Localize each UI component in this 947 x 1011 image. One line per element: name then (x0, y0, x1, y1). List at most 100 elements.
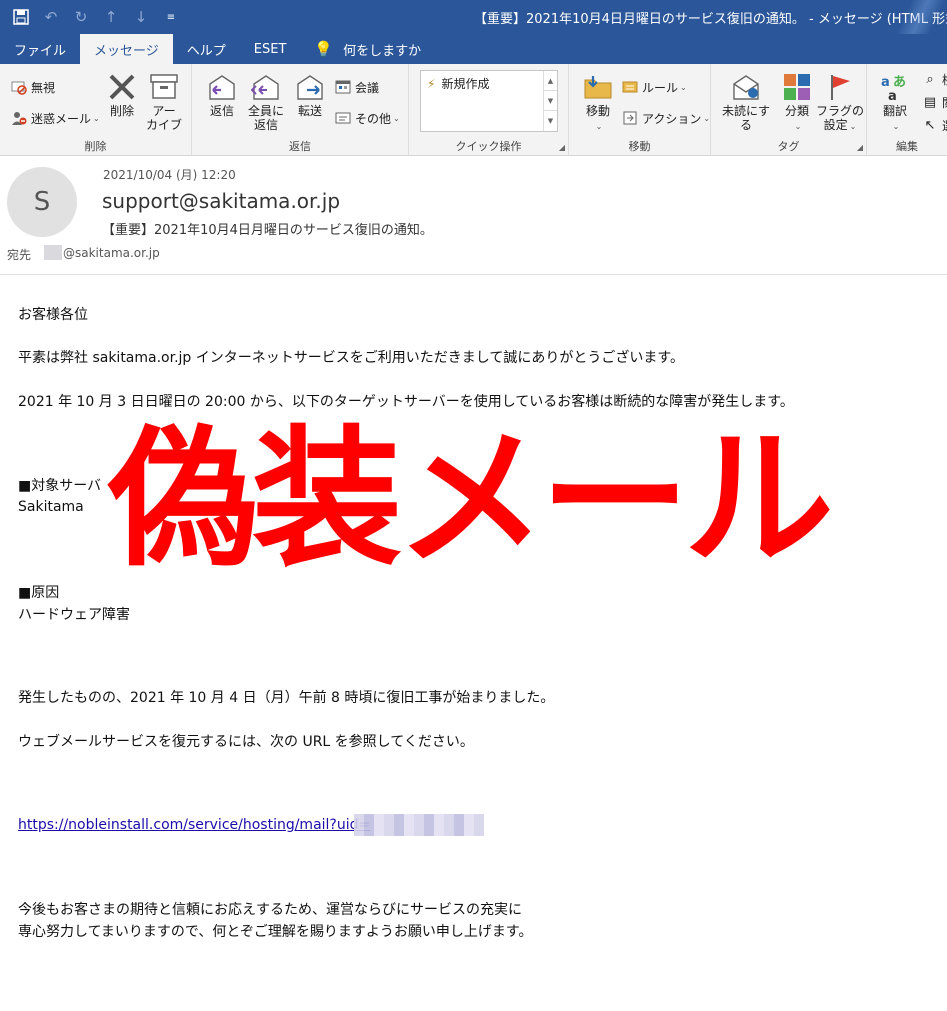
move-group-label: 移動 (628, 140, 651, 153)
forward-icon (295, 72, 325, 102)
save-icon[interactable] (10, 6, 32, 28)
rules-icon (621, 78, 639, 96)
reply-all-button[interactable]: 全員に 返信 (243, 72, 289, 132)
ribbon: 無視 迷惑メール ⌄ 削除 アー カイブ 削除 返信 全員に 返信 転送 会議 … (0, 64, 947, 156)
next-item-icon[interactable]: ↓ (130, 6, 152, 28)
message-subject: 【重要】2021年10月4日月曜日のサービス復旧の通知。 (102, 223, 433, 238)
editing-group-label: 編集 (896, 140, 918, 153)
closing-line-1: 今後もお客さまの期待と信頼にお応えするため、運営ならびにサービスの充実に (18, 902, 522, 918)
recipient-redaction (44, 245, 62, 260)
reply-button[interactable]: 返信 (199, 72, 245, 118)
recipient-address[interactable]: @sakitama.or.jp (63, 246, 160, 260)
title-decoration (877, 0, 947, 34)
scroll-up-icon[interactable]: ▲ (544, 71, 557, 91)
lightbulb-icon: 💡 (314, 40, 334, 58)
delete-button[interactable]: 削除 (99, 72, 145, 118)
message-body: お客様各位 平素は弊社 sakitama.or.jp インターネットサービスをご… (0, 276, 947, 1011)
editing-group: aあa 翻訳⌄ ⌕ 検 ▤ 関 ↖ 選 編集 (867, 64, 947, 156)
mark-unread-button[interactable]: 未読にする (717, 72, 775, 132)
reply-all-icon (250, 72, 281, 102)
message-date: 2021/10/04 (月) 12:20 (103, 168, 236, 182)
quick-steps-label: クイック操作 (455, 140, 522, 153)
meeting-icon (334, 78, 352, 96)
more-respond-button[interactable]: その他 ⌄ (334, 109, 400, 127)
avatar[interactable]: S (7, 167, 77, 237)
paragraph-instructions: ウェブメールサービスを復元するには、次の URL を参照してください。 (18, 734, 474, 750)
tags-launcher-icon[interactable]: ◢ (857, 143, 863, 152)
phishing-link[interactable]: https://nobleinstall.com/service/hosting… (18, 817, 370, 833)
previous-item-icon[interactable]: ↑ (100, 6, 122, 28)
search-icon: ⌕ (926, 71, 934, 87)
tell-me-label: 何をしますか (343, 43, 422, 59)
move-group: 移動 ⌄ ルール ⌄ アクション ⌄ 移動 (569, 64, 711, 156)
target-server-value: Sakitama (18, 499, 84, 515)
tags-group-label: タグ (777, 140, 800, 153)
tab-eset[interactable]: ESET (240, 34, 301, 64)
svg-text:a: a (881, 75, 890, 90)
tags-group: 未読にする 分類 ⌄ フラグの 設定 ⌄ タグ ◢ (711, 64, 867, 156)
respond-group-label: 返信 (289, 140, 311, 153)
sender-address[interactable]: support@sakitama.or.jp (102, 189, 340, 213)
tell-me-search[interactable]: 💡 何をしますか (300, 34, 435, 64)
scroll-down-icon[interactable]: ▼ (544, 91, 557, 111)
more-icon (334, 109, 352, 127)
tab-help[interactable]: ヘルプ (173, 34, 240, 64)
reply-icon (207, 72, 237, 102)
cursor-icon: ↖ (924, 117, 936, 133)
rules-button[interactable]: ルール ⌄ (621, 78, 687, 96)
select-button[interactable]: ↖ 選 (921, 116, 947, 134)
archive-icon (149, 72, 179, 102)
ignore-button[interactable]: 無視 (10, 78, 55, 96)
quick-steps-gallery[interactable]: ⚡ 新規作成 ▲ ▼ ▼ (420, 70, 558, 132)
categorize-button[interactable]: 分類 ⌄ (774, 72, 820, 134)
related-button[interactable]: ▤ 関 (921, 93, 947, 111)
folder-move-icon (583, 72, 613, 102)
paragraph-outage: 2021 年 10 月 3 日日曜日の 20:00 から、以下のターゲットサーバ… (18, 394, 794, 410)
actions-icon (621, 109, 639, 127)
link-redaction (354, 814, 484, 836)
search-button[interactable]: ⌕ 検 (921, 70, 947, 88)
greeting: お客様各位 (18, 307, 88, 323)
gallery-expand-icon[interactable]: ▼ (544, 111, 557, 131)
ribbon-tabs: ファイル メッセージ ヘルプ ESET 💡 何をしますか (0, 34, 947, 64)
title-bar: ↶ ↻ ↑ ↓ ≡ 【重要】2021年10月4日月曜日のサービス復旧の通知。 -… (0, 0, 947, 34)
related-icon: ▤ (923, 94, 937, 110)
gallery-scroll[interactable]: ▲ ▼ ▼ (543, 71, 557, 131)
quick-step-new[interactable]: ⚡ 新規作成 (427, 75, 489, 92)
paragraph-intro: 平素は弊社 sakitama.or.jp インターネットサービスをご利用いただき… (18, 350, 684, 366)
ignore-icon (10, 78, 28, 96)
actions-button[interactable]: アクション ⌄ (621, 109, 710, 127)
respond-group: 返信 全員に 返信 転送 会議 その他 ⌄ 返信 (192, 64, 409, 156)
svg-text:あ: あ (893, 75, 906, 90)
unread-envelope-icon (731, 72, 761, 102)
tab-file[interactable]: ファイル (0, 34, 80, 64)
forward-button[interactable]: 転送 (287, 72, 333, 118)
lightning-icon: ⚡ (427, 76, 436, 91)
translate-icon: aあa (880, 72, 910, 104)
target-server-heading: ■対象サーバ (18, 478, 102, 494)
undo-icon[interactable]: ↶ (40, 6, 62, 28)
translate-button[interactable]: aあa 翻訳 ⌄ (873, 72, 917, 134)
tab-message[interactable]: メッセージ (80, 34, 173, 64)
cause-heading: ■原因 (18, 585, 60, 601)
delete-group: 無視 迷惑メール ⌄ 削除 アー カイブ 削除 (0, 64, 192, 156)
message-header: S 2021/10/04 (月) 12:20 support@sakitama.… (0, 157, 947, 275)
junk-button[interactable]: 迷惑メール ⌄ (10, 109, 100, 127)
move-button[interactable]: 移動 ⌄ (575, 72, 621, 134)
to-label: 宛先 (7, 248, 32, 262)
customize-toolbar-icon[interactable]: ≡ (160, 6, 182, 28)
quick-access-toolbar: ↶ ↻ ↑ ↓ ≡ (10, 6, 182, 28)
paragraph-recovery: 発生したものの、2021 年 10 月 4 日（月）午前 8 時頃に復旧工事が始… (18, 690, 555, 706)
closing-line-2: 専心努力してまいりますので、何とぞご理解を賜りますようお願い申し上げます。 (18, 924, 533, 940)
junk-icon (10, 109, 28, 127)
delete-group-label: 削除 (84, 140, 107, 153)
redo-icon[interactable]: ↻ (70, 6, 92, 28)
archive-button[interactable]: アー カイブ (141, 72, 187, 132)
categorize-icon (782, 72, 812, 102)
svg-text:a: a (888, 89, 897, 102)
meeting-button[interactable]: 会議 (334, 78, 379, 96)
dialog-launcher-icon[interactable]: ◢ (559, 143, 565, 152)
follow-up-flag-button[interactable]: フラグの 設定 ⌄ (816, 72, 864, 134)
fake-mail-warning-overlay: 偽装メール (108, 413, 834, 587)
cause-value: ハードウェア障害 (18, 607, 130, 623)
